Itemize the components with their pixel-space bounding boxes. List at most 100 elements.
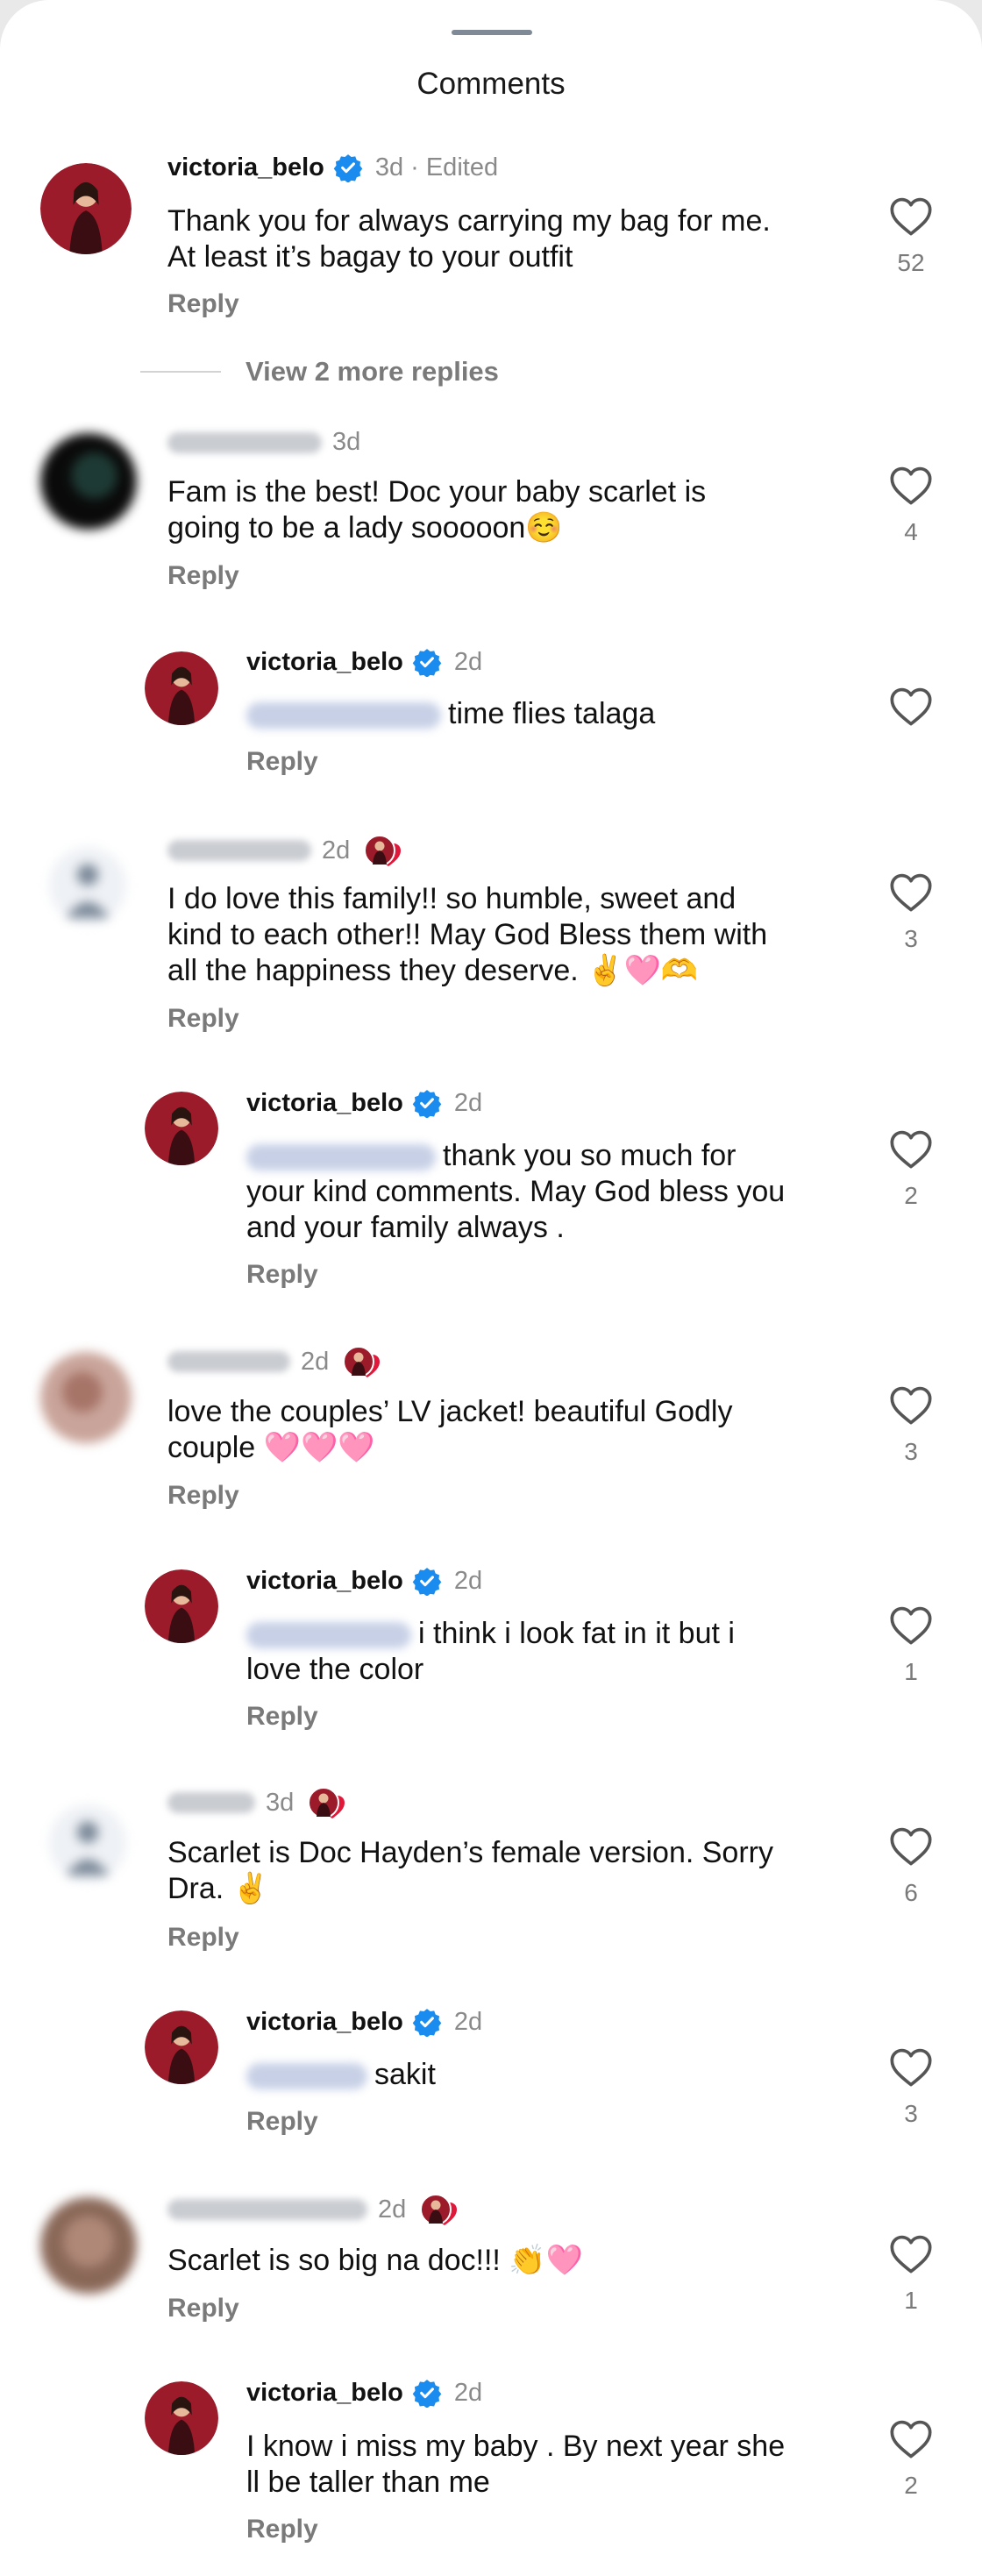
comment-line: Scarlet is Doc Hayden’s female version. … (167, 1836, 773, 1869)
verified-badge-icon (412, 1566, 442, 1596)
heart-outline-icon (890, 1386, 932, 1425)
username[interactable]: victoria_belo (167, 153, 324, 182)
comment-time: 2d (453, 1088, 483, 1117)
comment-text: i think i look fat in it but i love the … (246, 1616, 735, 1688)
avatar[interactable] (145, 2381, 218, 2455)
like-button[interactable]: 4 (886, 464, 936, 546)
comment-line: Thank you for always carrying my bag for… (167, 204, 771, 238)
comment-header: 3d (167, 1783, 352, 1822)
view-more-replies-button[interactable]: View 2 more replies (140, 356, 499, 388)
comment-header: 3d (167, 428, 360, 457)
mention-tag[interactable] (246, 1622, 411, 1649)
comment-header: victoria_belo 3d · Edited (167, 153, 498, 182)
username[interactable] (167, 1351, 290, 1372)
comment-text: Fam is the best! Doc your baby scarlet i… (167, 474, 706, 546)
verified-badge-icon (412, 2378, 442, 2408)
username[interactable] (167, 431, 322, 453)
comment-line: Dra. ✌️ (167, 1872, 270, 1905)
avatar[interactable] (145, 651, 218, 725)
sheet-title: Comments (416, 67, 566, 101)
reply-button[interactable]: Reply (167, 289, 239, 319)
like-button[interactable]: 6 (886, 1825, 936, 1907)
avatar[interactable] (40, 1352, 132, 1443)
comment-text: I know i miss my baby . By next year she… (246, 2429, 785, 2501)
like-button[interactable]: 3 (886, 871, 936, 953)
comment-line: love the couples’ LV jacket! beautiful G… (167, 1395, 733, 1428)
like-count: 52 (897, 249, 925, 276)
reply-button[interactable]: Reply (246, 1702, 318, 1732)
mention-tag[interactable] (246, 702, 441, 729)
like-button[interactable]: 52 (886, 195, 936, 277)
comment-time: 2d (453, 2007, 483, 2036)
verified-badge-icon (412, 647, 442, 677)
username[interactable]: victoria_belo (246, 1567, 403, 1596)
comment-text: I do love this family!! so humble, sweet… (167, 881, 767, 989)
username[interactable]: victoria_belo (246, 2379, 403, 2408)
like-count: 3 (904, 1438, 918, 1465)
comment-text: love the couples’ LV jacket! beautiful G… (167, 1394, 733, 1466)
comment-line: At least it’s bagay to your outfit (167, 240, 573, 274)
avatar[interactable] (145, 1569, 218, 1643)
reply-button[interactable]: Reply (167, 1923, 239, 1953)
avatar[interactable] (145, 2010, 218, 2084)
reply-button[interactable]: Reply (167, 2294, 239, 2323)
like-button[interactable]: 2 (886, 2417, 936, 2500)
avatar-victoria-image (40, 163, 132, 254)
reply-button[interactable]: Reply (246, 2107, 318, 2137)
comment-header: 2d (167, 831, 408, 870)
verified-badge-icon (412, 1088, 442, 1118)
comment-header: victoria_belo 2d (246, 2378, 482, 2408)
comment-line: all the happiness they deserve. ✌️🩷🫶 (167, 954, 699, 987)
like-button[interactable]: 1 (886, 1604, 936, 1686)
like-button[interactable] (886, 685, 936, 739)
comment-line: i think i look fat in it but i (418, 1617, 735, 1650)
comment-time: 2d (322, 836, 351, 865)
username[interactable]: victoria_belo (246, 648, 403, 677)
comment-time: 3d (374, 153, 404, 181)
separator: · (410, 153, 419, 181)
comment-line: Scarlet is so big na doc!!! 👏🩷 (167, 2244, 583, 2277)
mention-tag[interactable] (246, 2063, 367, 2090)
avatar[interactable] (40, 163, 132, 254)
username[interactable]: victoria_belo (246, 2008, 403, 2037)
comment-header: victoria_belo 2d (246, 647, 482, 677)
like-count: 4 (904, 518, 918, 545)
heart-outline-icon (890, 1130, 932, 1169)
reply-button[interactable]: Reply (246, 2515, 318, 2544)
username[interactable] (167, 840, 311, 861)
comment-time: 2d (453, 2378, 483, 2407)
heart-outline-icon (890, 2420, 932, 2459)
mention-tag[interactable] (246, 1144, 436, 1171)
comment-time: 2d (378, 2195, 407, 2224)
avatar[interactable] (49, 847, 126, 924)
comment-header: victoria_belo 2d (246, 1088, 482, 1118)
drag-handle[interactable] (452, 30, 532, 35)
comment-line: I do love this family!! so humble, sweet… (167, 882, 736, 915)
divider (140, 371, 221, 373)
like-button[interactable]: 3 (886, 1384, 936, 1466)
reply-button[interactable]: Reply (167, 561, 239, 591)
reply-button[interactable]: Reply (246, 747, 318, 777)
reply-button[interactable]: Reply (246, 1260, 318, 1290)
avatar[interactable] (40, 433, 137, 530)
comment-header: victoria_belo 2d (246, 2007, 482, 2037)
comment-line: couple 🩷🩷🩷 (167, 1431, 375, 1464)
comment-line: your kind comments. May God bless you (246, 1175, 786, 1208)
avatar[interactable] (145, 1092, 218, 1165)
avatar[interactable] (40, 2197, 137, 2294)
username[interactable] (167, 2199, 367, 2220)
edited-label: Edited (425, 153, 499, 181)
like-button[interactable]: 1 (886, 2232, 936, 2315)
avatar[interactable] (49, 1804, 126, 1882)
reply-button[interactable]: Reply (167, 1481, 239, 1511)
like-button[interactable]: 3 (886, 2046, 936, 2128)
like-count: 1 (904, 2287, 918, 2314)
profile-sticker-icon (338, 1342, 387, 1381)
comment-header: 2d (167, 1342, 387, 1381)
username[interactable]: victoria_belo (246, 1089, 403, 1118)
like-count: 3 (904, 2100, 918, 2127)
comment-text: Thank you for always carrying my bag for… (167, 203, 771, 275)
username[interactable] (167, 1792, 255, 1813)
reply-button[interactable]: Reply (167, 1004, 239, 1034)
like-button[interactable]: 2 (886, 1128, 936, 1210)
